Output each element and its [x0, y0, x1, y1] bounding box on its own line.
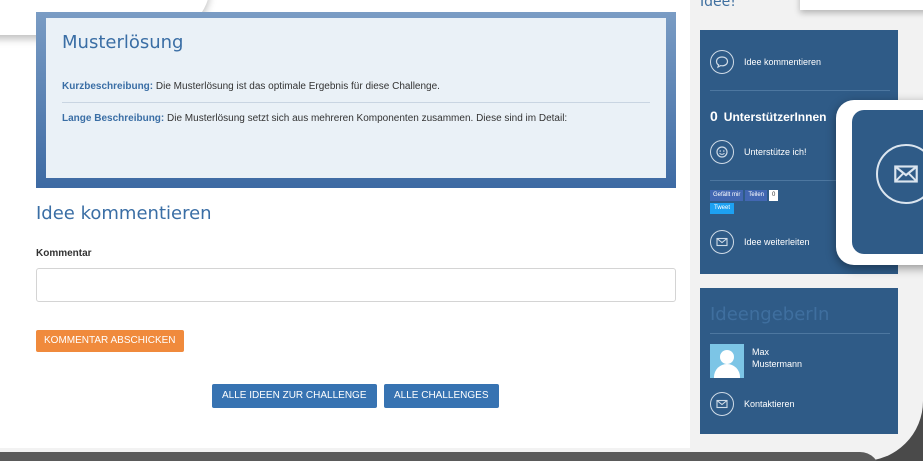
long-description-label: Lange Beschreibung: — [62, 113, 165, 124]
comment-idea-label: Idee kommentieren — [744, 57, 822, 67]
avatar-head — [720, 350, 734, 364]
long-description-text: Die Musterlösung setzt sich aus mehreren… — [164, 113, 568, 124]
user-last-name: Mustermann — [752, 359, 803, 369]
comment-heading: Idee kommentieren — [36, 203, 212, 224]
ideengeber-heading: IdeengeberIn — [710, 304, 830, 325]
divider — [62, 102, 650, 103]
top-right-overlay — [800, 0, 923, 10]
support-label: Unterstütze ich! — [744, 147, 807, 157]
forward-idea-label: Idee weiterleiten — [744, 237, 810, 247]
speech-bubble-icon — [710, 50, 734, 74]
avatar — [710, 344, 744, 378]
sidebar-heading: Idee! — [700, 0, 736, 10]
comment-input[interactable] — [36, 268, 676, 302]
comment-label: Kommentar — [36, 248, 92, 259]
solution-panel: Musterlösung Kurzbeschreibung: Die Muste… — [46, 18, 666, 178]
all-ideas-button[interactable]: ALLE IDEEN ZUR CHALLENGE — [212, 384, 377, 408]
smiley-icon — [710, 140, 734, 164]
bottom-frame — [0, 452, 880, 461]
avatar-body — [714, 364, 740, 378]
supporters-label: UnterstützerInnen — [723, 110, 827, 124]
facebook-share-button[interactable]: Teilen — [745, 190, 768, 201]
contact-action[interactable]: Kontaktieren — [710, 392, 795, 416]
sidebar-divider — [710, 333, 890, 334]
sidebar-divider — [710, 90, 890, 91]
submit-comment-button[interactable]: KOMMENTAR ABSCHICKEN — [36, 330, 184, 352]
social-buttons: Gefällt mir Teilen 0 — [710, 190, 779, 201]
short-description-text: Die Musterlösung ist das optimale Ergebn… — [153, 81, 440, 92]
support-action[interactable]: Unterstütze ich! — [710, 140, 807, 164]
envelope-icon — [710, 392, 734, 416]
forward-idea-action[interactable]: Idee weiterleiten — [710, 230, 810, 254]
facebook-count: 0 — [769, 190, 779, 201]
supporters-number: 0 — [710, 108, 718, 124]
contact-label: Kontaktieren — [744, 399, 795, 409]
solution-box: Musterlösung Kurzbeschreibung: Die Muste… — [36, 12, 676, 188]
solution-title: Musterlösung — [62, 32, 184, 53]
long-description: Lange Beschreibung: Die Musterlösung set… — [62, 107, 650, 130]
user-first-name: Max — [752, 347, 770, 357]
short-description: Kurzbeschreibung: Die Musterlösung ist d… — [62, 75, 650, 98]
comment-idea-action[interactable]: Idee kommentieren — [710, 50, 821, 74]
facebook-like-button[interactable]: Gefällt mir — [710, 190, 744, 201]
zoom-callout — [836, 100, 923, 265]
supporters-count: 0 UnterstützerInnen — [710, 108, 826, 124]
user-name[interactable]: Max Mustermann — [752, 346, 802, 370]
tweet-button[interactable]: Tweet — [710, 203, 735, 214]
ideengeber-panel: IdeengeberIn Max Mustermann Kontaktieren — [700, 288, 898, 434]
short-description-label: Kurzbeschreibung: — [62, 81, 154, 92]
zoom-panel — [852, 110, 923, 254]
envelope-icon — [710, 230, 734, 254]
envelope-icon[interactable] — [876, 144, 923, 204]
all-challenges-button[interactable]: ALLE CHALLENGES — [384, 384, 499, 408]
